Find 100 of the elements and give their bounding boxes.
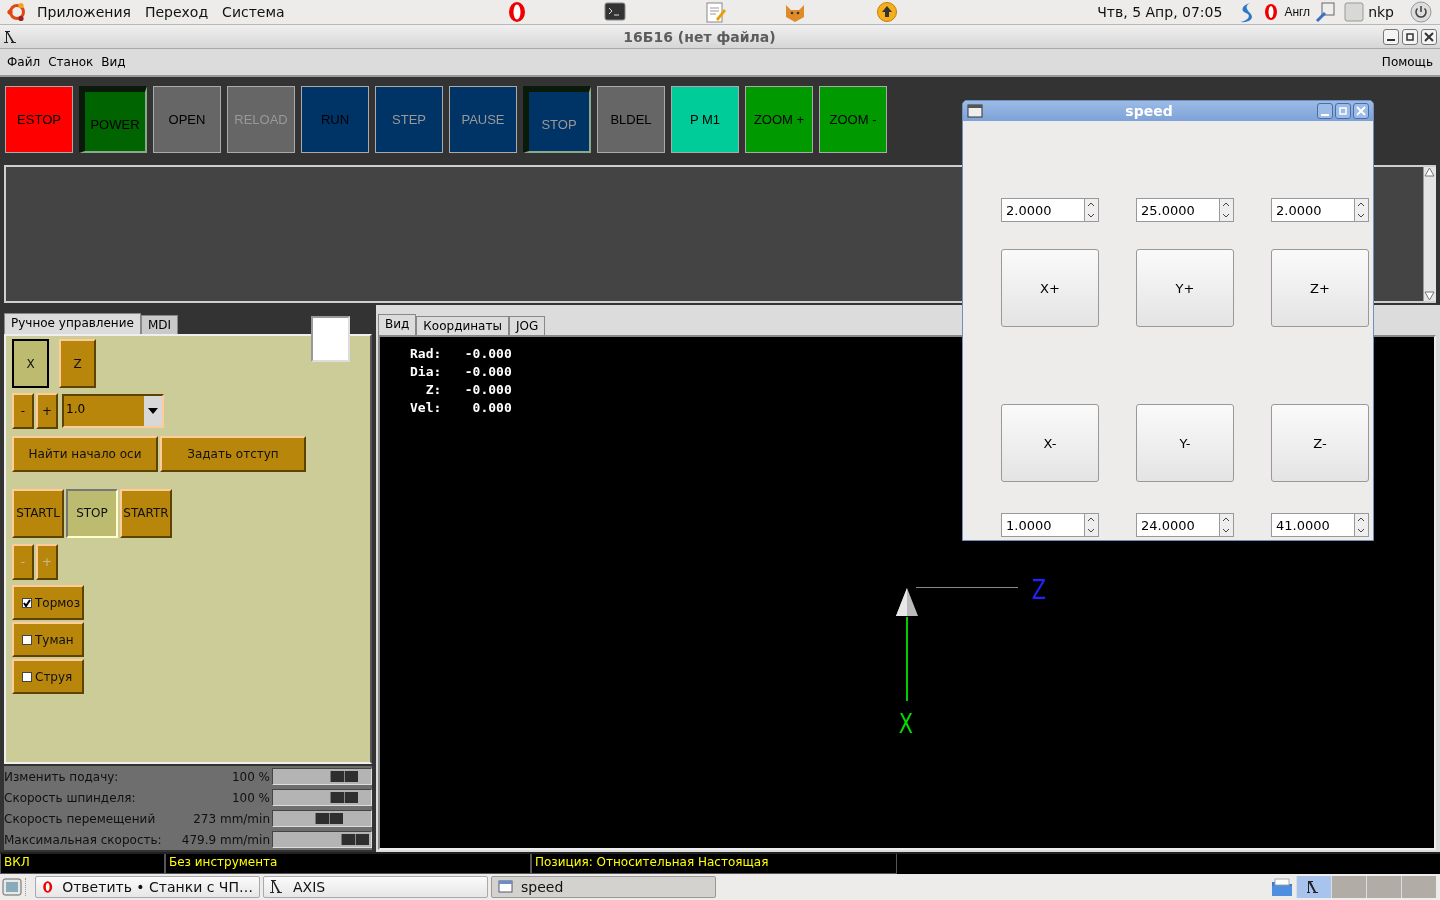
connection-icon[interactable]	[1314, 1, 1337, 23]
tab[interactable]: MDI	[140, 315, 179, 334]
checkbox-label: Тормоз	[35, 595, 81, 610]
toolbar-button[interactable]: ESTOP	[5, 86, 73, 153]
jog-minus-button[interactable]: -	[12, 393, 34, 429]
window-app-icon[interactable]	[3, 28, 19, 45]
spin-buttons[interactable]	[1220, 198, 1234, 222]
scrollbar[interactable]	[1423, 167, 1436, 301]
spin-field[interactable]: 1.0000	[1001, 513, 1085, 537]
spindle-button[interactable]: STOP	[66, 488, 118, 538]
spin-field[interactable]: 2.0000	[1271, 198, 1355, 222]
checkbox[interactable]: Тормоз	[12, 585, 84, 620]
taskbar-task[interactable]: Ответить • Станки с ЧП…	[35, 876, 260, 898]
minimize-button[interactable]	[1383, 28, 1399, 45]
power-icon[interactable]	[1410, 1, 1432, 23]
jog-button[interactable]: Z-	[1271, 404, 1369, 482]
taskbar-task[interactable]: AXIS	[263, 876, 488, 898]
scroll-up-icon[interactable]	[1424, 167, 1435, 177]
spin-field[interactable]: 25.0000	[1136, 198, 1220, 222]
tab[interactable]: JOG	[508, 316, 546, 335]
checkbox-box[interactable]	[22, 634, 32, 645]
override-slider[interactable]	[272, 789, 372, 806]
panel-menu[interactable]: Приложения	[30, 4, 138, 20]
jog-plus-button[interactable]: +	[36, 393, 58, 429]
menu-item[interactable]: Станок	[44, 55, 98, 69]
toolbar-button[interactable]: ZOOM -	[819, 86, 887, 153]
dro-value: -0.000	[464, 346, 512, 361]
spindle-button[interactable]: STARTR	[120, 488, 172, 538]
checkbox[interactable]: Туман	[12, 622, 84, 657]
override-slider[interactable]	[272, 768, 372, 785]
maximize-button[interactable]	[1335, 103, 1351, 119]
checkbox-label: Струя	[35, 669, 73, 684]
axis-action-button[interactable]: Задать отступ	[160, 436, 306, 472]
workspace-switcher[interactable]	[1366, 876, 1401, 898]
minimize-button[interactable]	[1317, 103, 1333, 119]
jog-button[interactable]: Z+	[1271, 249, 1369, 327]
dropdown-arrow-icon[interactable]	[148, 408, 158, 414]
checkbox[interactable]: Струя	[12, 659, 84, 694]
spin-buttons[interactable]	[1355, 513, 1369, 537]
jog-button[interactable]: X-	[1001, 404, 1099, 482]
folder-icon[interactable]	[1271, 877, 1293, 897]
workspace-switcher[interactable]	[1296, 876, 1331, 898]
window-icon[interactable]	[967, 104, 983, 118]
panel-menu[interactable]: Система	[215, 4, 292, 20]
spin-buttons[interactable]	[1085, 513, 1099, 537]
spin-buttons[interactable]	[1085, 198, 1099, 222]
dro-value: -0.000	[464, 364, 512, 379]
checkbox-box[interactable]	[22, 671, 32, 682]
jog-button[interactable]: Y+	[1136, 249, 1234, 327]
spin-field[interactable]: 2.0000	[1001, 198, 1085, 222]
tab[interactable]: Вид	[378, 314, 417, 335]
menu-item[interactable]: Вид	[97, 55, 130, 69]
toolbar-button[interactable]: OPEN	[153, 86, 221, 153]
workspace-switcher[interactable]	[1331, 876, 1366, 898]
toolbar-button[interactable]: BLDEL	[597, 86, 665, 153]
dro-label: Z:	[424, 382, 442, 397]
window-title: 16Б16 (нет файла)	[622, 28, 777, 45]
keyboard-layout[interactable]: Англ	[1284, 5, 1311, 19]
override-slider[interactable]	[272, 831, 372, 848]
user-name[interactable]: nkp	[1368, 4, 1394, 20]
tab[interactable]: Координаты	[416, 316, 509, 335]
increment-dropdown[interactable]: 1.0	[62, 394, 164, 428]
menu-item[interactable]: Файл	[3, 55, 45, 69]
close-icon	[1424, 31, 1434, 42]
show-desktop-icon[interactable]	[2, 877, 22, 897]
checkbox-box[interactable]	[22, 597, 32, 608]
axis-action-button[interactable]: Найти начало оси	[12, 436, 158, 472]
slider-thumb[interactable]	[330, 792, 359, 803]
window-app-icon	[1307, 880, 1321, 894]
slider-thumb[interactable]	[330, 771, 359, 782]
ubuntu-logo-icon	[6, 1, 28, 23]
help-menu[interactable]: Помощь	[1377, 55, 1437, 69]
panel-menu[interactable]: Переход	[137, 4, 216, 20]
maximize-button[interactable]	[1402, 28, 1418, 45]
spin-buttons[interactable]	[1355, 198, 1369, 222]
scroll-down-icon[interactable]	[1424, 291, 1435, 301]
dro-label: Dia:	[410, 364, 442, 379]
slider-thumb[interactable]	[340, 834, 369, 845]
spin-buttons[interactable]	[1220, 513, 1234, 537]
tab[interactable]: Ручное управление	[4, 313, 141, 334]
terminal-icon[interactable]	[602, 1, 627, 23]
jog-button[interactable]: Y-	[1136, 404, 1234, 482]
jog-button[interactable]: X+	[1001, 249, 1099, 327]
close-button[interactable]	[1353, 103, 1369, 119]
toolbar-button[interactable]: ZOOM +	[745, 86, 813, 153]
axis-button[interactable]: X	[12, 339, 49, 388]
axis-button[interactable]: Z	[59, 339, 96, 388]
tool-cone-icon	[895, 587, 919, 617]
toolbar-button[interactable]: P M1	[671, 86, 739, 153]
close-button[interactable]	[1421, 28, 1437, 45]
workspace-switcher[interactable]	[1401, 876, 1436, 898]
slider-thumb[interactable]	[315, 813, 343, 824]
spin-field[interactable]: 41.0000	[1271, 513, 1355, 537]
override-slider[interactable]	[272, 810, 372, 827]
spindle-button[interactable]: STARTL	[12, 488, 64, 538]
taskbar-task[interactable]: speed	[491, 876, 716, 898]
checkbox-label: Туман	[35, 632, 74, 647]
x-axis-label: X	[898, 709, 914, 739]
clock[interactable]: Чтв, 5 Апр, 07:05	[1097, 4, 1223, 20]
spin-field[interactable]: 24.0000	[1136, 513, 1220, 537]
